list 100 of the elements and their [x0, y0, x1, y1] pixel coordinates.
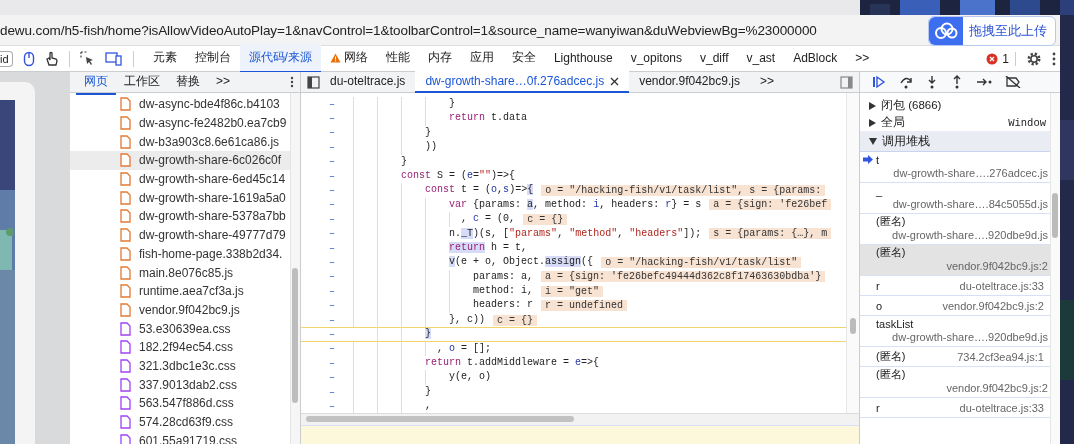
scrollbar-thumb[interactable]: [850, 318, 856, 334]
file-tree-item[interactable]: dw-growth-share-1619a5a0: [70, 188, 290, 208]
file-tree-item[interactable]: dw-async-bde4f86c.b4103: [70, 95, 290, 114]
file-tree-item[interactable]: runtime.aea7cf3a.js: [70, 281, 290, 301]
panel-tab[interactable]: 应用: [460, 44, 503, 73]
url-text[interactable]: dewu.com/h5-fish/home?isAllowVideoAutoPlay=1&navControl=1&toolbarControl=1&source_name=wanyiwan&duWebviewBg=%23000000: [0, 22, 817, 38]
scope-row[interactable]: 闭包 (6866): [860, 97, 1050, 114]
panel-tab[interactable]: v_ast: [737, 45, 785, 72]
gutter-marker: –: [328, 343, 336, 355]
more-options-icon[interactable]: [290, 76, 294, 88]
file-tree-item[interactable]: dw-growth-share-6ed45c14: [70, 169, 290, 189]
panel-tab[interactable]: 性能: [376, 44, 419, 73]
file-tree-item[interactable]: dw-growth-share-6c026c0f: [70, 151, 290, 170]
file-tree-item[interactable]: 337.9013dab2.css: [70, 375, 290, 394]
panel-tab[interactable]: 网络: [320, 44, 377, 73]
gutter-marker: –: [328, 285, 336, 297]
inspect-icon[interactable]: [79, 51, 95, 66]
gutter-marker: –: [328, 257, 336, 268]
panel-tab[interactable]: 源代码/来源: [239, 44, 321, 73]
gutter-marker: –: [328, 127, 336, 139]
file-tree-item[interactable]: 321.3dbc1e3c.css: [70, 356, 290, 376]
code-text: , c = (0,: [353, 212, 516, 227]
file-icon: [120, 246, 131, 261]
scrollbar-thumb[interactable]: [306, 416, 574, 422]
code-text: return t.data: [353, 111, 528, 126]
file-tree-item[interactable]: dw-growth-share-49777d79: [70, 225, 290, 245]
code-text: }: [353, 384, 432, 400]
file-tree-item[interactable]: 53.e30639ea.css: [70, 319, 290, 338]
call-frame[interactable]: (匿名) 734.2cf3ea94.js:1: [860, 347, 1050, 367]
file-icon: [120, 134, 131, 149]
file-tree-item[interactable]: 574.28cd63f9.css: [70, 412, 290, 432]
scope-row[interactable]: 全局 Window: [860, 114, 1050, 131]
file-tab[interactable]: du-oteltrace.js: [320, 71, 416, 93]
inline-value: s = {params: {…}, m: [709, 228, 832, 240]
file-tree-item[interactable]: main.8e076c85.js: [70, 263, 290, 282]
code-text: const S = (e="")=>{: [353, 168, 516, 184]
file-icon: [120, 302, 131, 317]
inline-value: c = {}: [523, 213, 568, 225]
expand-arrow-icon[interactable]: [869, 137, 877, 145]
call-frame[interactable]: o vendor.9f042bc9.js:2: [860, 296, 1050, 316]
gutter-marker: –: [328, 300, 336, 312]
file-icon: [120, 321, 131, 336]
more-tabs-button[interactable]: >>: [208, 71, 238, 93]
file-icon: [120, 172, 131, 187]
scrollbar-thumb[interactable]: [292, 268, 298, 403]
device-icon[interactable]: [104, 51, 123, 66]
resume-icon[interactable]: [872, 75, 886, 89]
call-frame[interactable]: r du-oteltrace.js:33: [860, 276, 1050, 296]
panel-tab[interactable]: 内存: [418, 44, 461, 73]
error-count[interactable]: 1: [980, 51, 1016, 66]
settings-icon[interactable]: [1026, 50, 1042, 67]
gutter-marker: –: [328, 199, 336, 211]
file-tree-item[interactable]: 182.2f94ec54.css: [70, 337, 290, 357]
code-text: headers: r: [353, 298, 534, 313]
file-tree-item[interactable]: 563.547f886d.css: [70, 394, 290, 413]
file-tree-item[interactable]: fish-home-page.338b2d34.: [70, 244, 290, 264]
panel-tab[interactable]: AdBlock: [784, 45, 847, 72]
sidebar-toggle-icon[interactable]: [307, 75, 320, 89]
inline-value: a = {sign: 'fe26befc49444d362c8f17463630bdba'}: [541, 271, 826, 283]
search-field[interactable]: id: [0, 50, 13, 67]
file-icon: [120, 377, 131, 392]
panel-tab[interactable]: Lighthouse: [544, 45, 622, 72]
hand-icon[interactable]: [44, 50, 59, 67]
navigator-tab[interactable]: 网页: [76, 69, 116, 95]
code-text: n._T)(s, ["params", "method", "headers"]);: [353, 226, 702, 241]
file-icon: [120, 228, 131, 243]
gutter-marker: –: [328, 357, 336, 369]
file-tree-item[interactable]: dw-async-fe2482b0.ea7cb9: [70, 113, 290, 133]
file-tab[interactable]: dw-growth-share…0f.276adcec.js: [415, 71, 630, 93]
file-tree-item[interactable]: dw-b3a903c8.6e61ca86.js: [70, 132, 290, 152]
code-text: }: [353, 154, 408, 169]
inline-value: r = undefined: [541, 300, 628, 312]
section-header[interactable]: 调用堆栈: [860, 131, 1050, 152]
scrollbar-thumb[interactable]: [1052, 193, 1058, 238]
file-tree-item[interactable]: dw-growth-share-5378a7bb: [70, 207, 290, 226]
gutter-marker: –: [328, 113, 336, 125]
file-tree-item[interactable]: 601.55a91719.css: [70, 431, 290, 444]
more-options-icon[interactable]: [1052, 51, 1056, 66]
panel-toggle-icon[interactable]: [840, 75, 853, 89]
mouse-icon[interactable]: [22, 50, 35, 67]
panel-tab[interactable]: v_diff: [691, 45, 738, 72]
step-over-icon[interactable]: [899, 75, 913, 89]
code-text: }: [353, 125, 432, 141]
deactivate-breakpoints-icon[interactable]: [1005, 76, 1021, 88]
upload-button[interactable]: 拖拽至此上传: [928, 16, 1056, 46]
step-icon[interactable]: [976, 76, 992, 88]
panel-tab[interactable]: 安全: [502, 44, 545, 73]
code-text: y(e, o): [353, 370, 492, 385]
panel-tab[interactable]: v_opitons: [621, 45, 691, 72]
file-tree-item[interactable]: vendor.9f042bc9.js: [70, 300, 290, 320]
more-tabs-button[interactable]: >>: [846, 45, 879, 72]
more-tabs-button[interactable]: >>: [749, 71, 784, 93]
call-frame[interactable]: (匿名) vendor.9f042bc9.js:2: [860, 245, 1050, 276]
step-out-icon[interactable]: [951, 75, 963, 89]
call-frame[interactable]: r du-oteltrace.js:33: [860, 398, 1050, 418]
inline-value: a = {sign: 'fe26bef: [709, 199, 832, 211]
close-icon[interactable]: [610, 76, 620, 86]
file-icon: [120, 415, 131, 430]
file-tab[interactable]: vendor.9f042bc9.js: [629, 71, 750, 93]
step-into-icon[interactable]: [926, 75, 938, 89]
